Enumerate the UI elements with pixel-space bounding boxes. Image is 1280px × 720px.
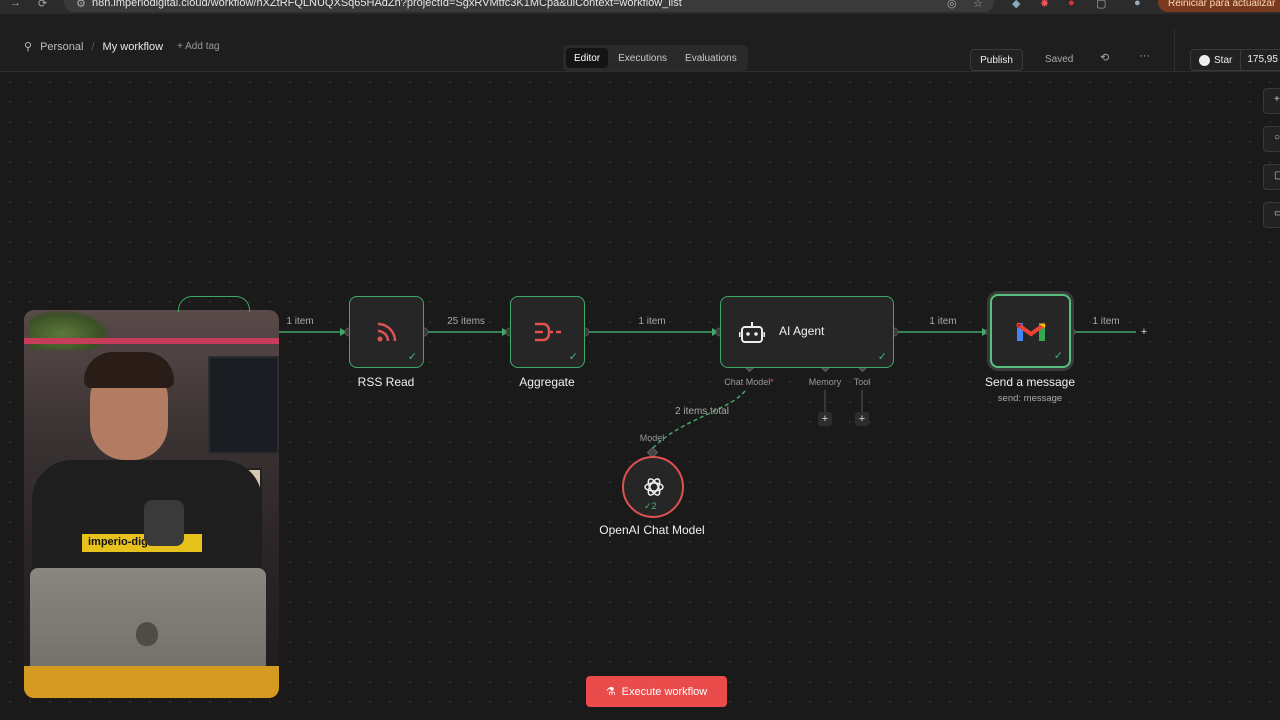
node-label: Send a message (984, 375, 1076, 389)
trigger-node-edge (178, 296, 250, 312)
node-label: Aggregate (519, 375, 575, 389)
edge-label: 25 items (447, 316, 485, 327)
node-send-message[interactable]: ✓ (990, 294, 1071, 368)
shelf-decor (24, 338, 279, 344)
edge-label: 1 item (638, 316, 666, 327)
model-link[interactable] (652, 390, 746, 449)
microphone (144, 500, 184, 546)
node-label: AI Agent (779, 324, 825, 338)
port-label-chat-model: Chat Model* (724, 377, 774, 387)
node-openai-chat-model[interactable]: ✓2 (622, 456, 684, 518)
node-aggregate[interactable]: ✓ (510, 296, 585, 368)
edge-label: 1 item (286, 316, 314, 327)
port-label-tool: Tool (853, 377, 871, 387)
apple-logo-icon (136, 622, 158, 646)
node-subtitle: send: message (997, 393, 1063, 404)
person-hair (84, 352, 174, 388)
add-memory-button[interactable]: + (818, 412, 832, 426)
monitor-decor (208, 356, 279, 454)
execute-label: Execute workflow (621, 685, 708, 698)
aggregate-icon (534, 322, 561, 342)
add-next-node-button[interactable]: + (1137, 325, 1151, 339)
run-count-badge: ✓2 (644, 501, 657, 511)
add-tool-button[interactable]: + (855, 412, 869, 426)
success-check-icon: ✓ (407, 351, 417, 363)
edge-label: 1 item (929, 316, 957, 327)
port-label-memory: Memory (808, 377, 842, 387)
flask-icon: ⚗ (605, 686, 616, 698)
rss-icon (377, 322, 396, 342)
gmail-icon (1015, 322, 1046, 341)
node-label: OpenAI Chat Model (599, 523, 705, 537)
app-root: → ⟳ ⚙ n8n.imperiodigital.cloud/workflow/… (0, 0, 1280, 720)
port-label-model: Model (639, 433, 665, 443)
desk (24, 666, 279, 698)
success-check-icon: ✓ (568, 351, 578, 363)
edge-label: 2 items total (675, 406, 729, 417)
success-check-icon: ✓ (877, 351, 887, 363)
execute-workflow-button[interactable]: ⚗ Execute workflow (586, 676, 727, 707)
openai-icon (644, 478, 664, 496)
node-label: RSS Read (357, 375, 415, 389)
shirt-logo: imperio-dig (82, 534, 202, 552)
edge-label: 1 item (1092, 316, 1120, 327)
node-rss-read[interactable]: ✓ (349, 296, 424, 368)
webcam-overlay: imperio-dig (24, 310, 279, 698)
robot-icon (739, 322, 765, 343)
success-check-icon: ✓ (1053, 350, 1063, 362)
plant-decor (30, 310, 110, 350)
